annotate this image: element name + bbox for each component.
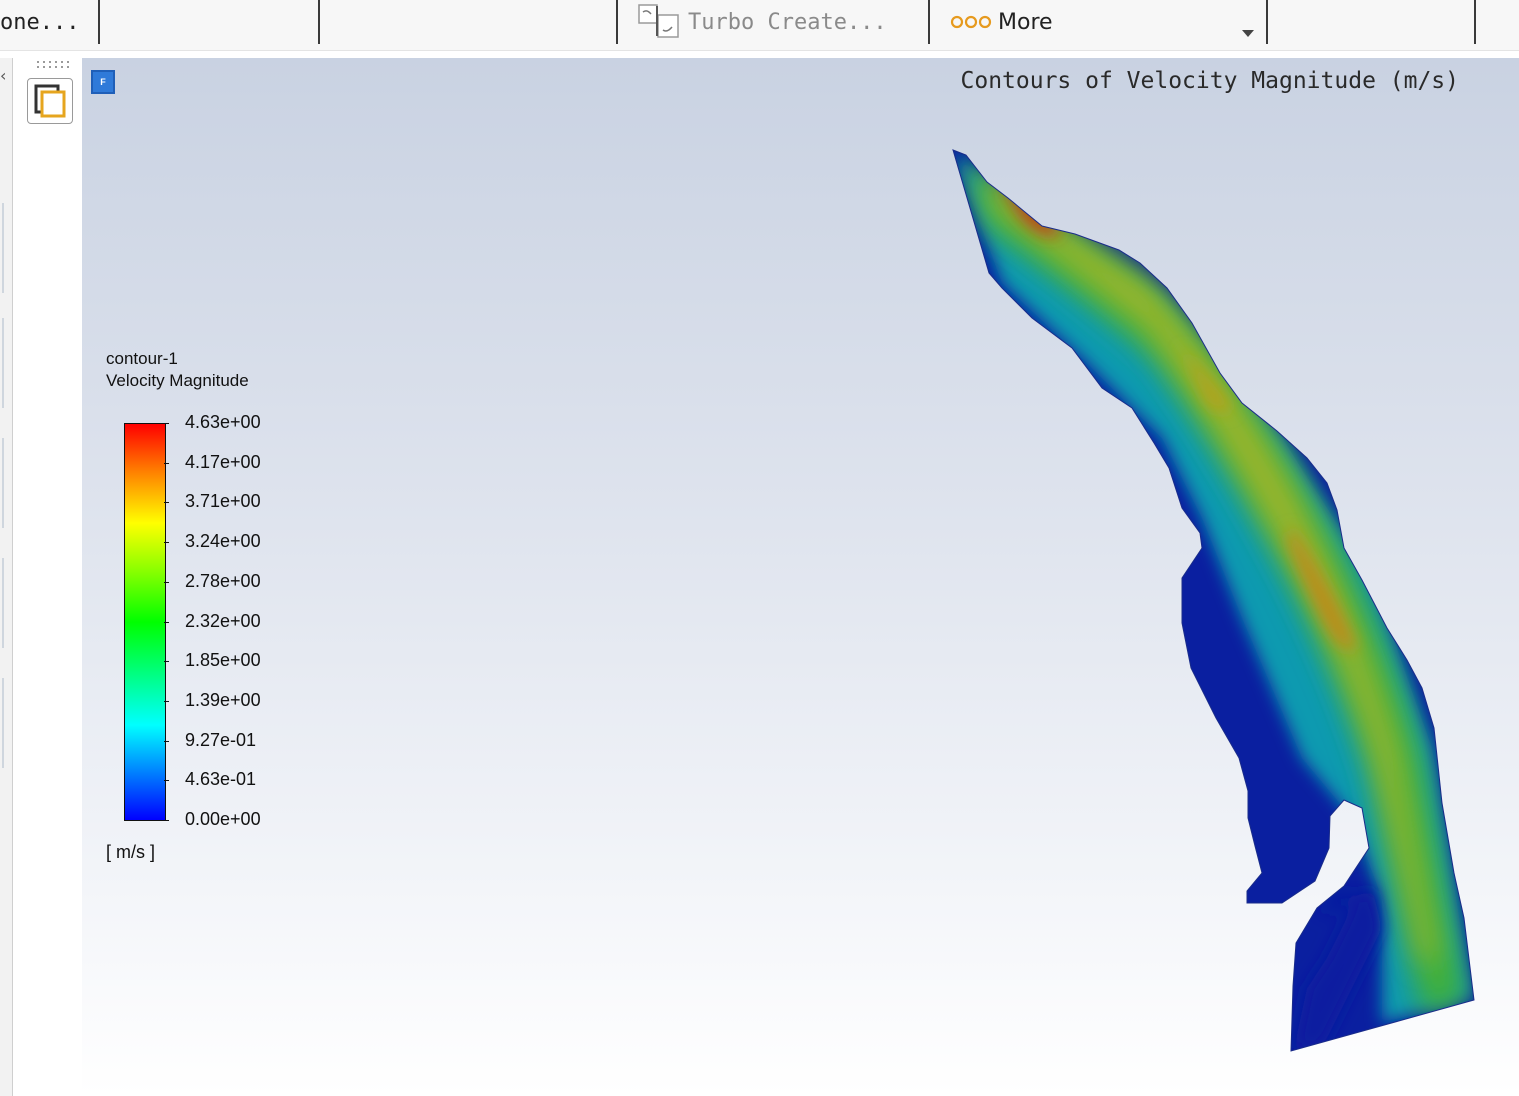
copy-view-button[interactable] xyxy=(27,78,73,124)
velocity-contour-plot xyxy=(952,149,1475,1052)
chevron-down-icon[interactable] xyxy=(1242,30,1254,37)
toolbar-separator xyxy=(98,0,100,44)
copy-window-icon xyxy=(34,84,66,118)
toolbar-separator xyxy=(616,0,618,44)
more-dots-icon xyxy=(950,15,992,29)
turbo-create-icon xyxy=(638,4,679,38)
graphics-window[interactable]: F Contours of Velocity Magnitude (m/s) c… xyxy=(82,58,1519,1096)
outline-panel-edge[interactable] xyxy=(0,58,13,1096)
toolbar-item-truncated[interactable]: one... xyxy=(0,8,79,38)
turbo-create-button[interactable]: Turbo Create... xyxy=(688,8,887,38)
panel-marker xyxy=(2,678,4,768)
graphics-toolbar xyxy=(13,52,81,1096)
grip-handle-icon[interactable] xyxy=(37,60,73,70)
toolbar-separator xyxy=(318,0,320,44)
ribbon-toolbar: one... Turbo Create... More xyxy=(0,0,1519,51)
toolbar-separator xyxy=(1266,0,1268,44)
chevron-left-icon[interactable]: ‹ xyxy=(0,66,6,85)
more-button[interactable]: More xyxy=(998,8,1053,38)
toolbar-separator xyxy=(1474,0,1476,44)
panel-marker xyxy=(2,203,4,293)
panel-marker xyxy=(2,318,4,408)
panel-marker xyxy=(2,558,4,648)
panel-marker xyxy=(2,438,4,528)
toolbar-separator xyxy=(928,0,930,44)
